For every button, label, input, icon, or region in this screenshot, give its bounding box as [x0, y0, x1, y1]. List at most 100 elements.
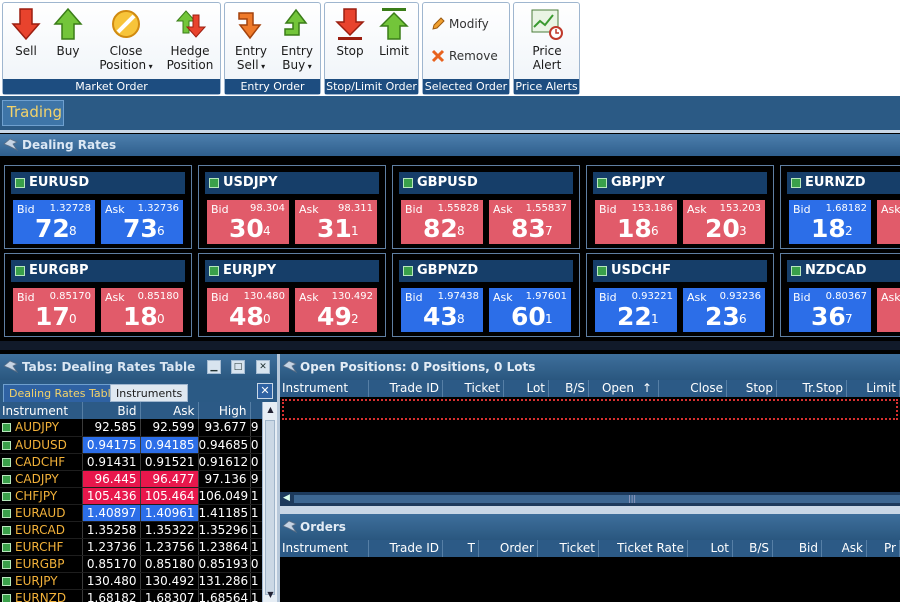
- col-bid[interactable]: Bid: [773, 540, 822, 557]
- limit-button[interactable]: Limit: [377, 7, 411, 58]
- table-row[interactable]: EURGBP 0.85170 0.85180 0.85193 0: [0, 555, 263, 573]
- instrument-icon: [2, 559, 11, 569]
- open-positions-hscroll[interactable]: ◀ |||: [280, 492, 900, 506]
- rates-table-scrollbar[interactable]: ▲ ▼: [262, 402, 277, 602]
- col-order[interactable]: Order: [479, 540, 538, 557]
- ask-quote-button[interactable]: Ask 130.492 49 2: [295, 288, 377, 332]
- table-row[interactable]: EURJPY 130.480 130.492 131.286 1: [0, 572, 263, 590]
- col-pr[interactable]: Pr: [867, 540, 900, 557]
- col-close[interactable]: Close: [659, 380, 727, 397]
- scroll-grip-icon[interactable]: |||: [628, 494, 638, 504]
- col-t[interactable]: T: [443, 540, 479, 557]
- scroll-down-icon[interactable]: ▼: [263, 587, 278, 602]
- sell-button[interactable]: Sell: [9, 7, 43, 58]
- col-stop[interactable]: Stop: [727, 380, 777, 397]
- rate-card[interactable]: EURUSD Bid 1.32728 72 8 Ask 1.32736 73 6: [4, 165, 192, 249]
- bid-quote-button[interactable]: Bid 0.93221 22 1: [595, 288, 677, 332]
- table-row[interactable]: CADJPY 96.445 96.477 97.136 9: [0, 470, 263, 488]
- bid-quote-button[interactable]: Bid 1.68182 18 2: [789, 200, 871, 244]
- table-row[interactable]: EURCAD 1.35258 1.35322 1.35296 1: [0, 521, 263, 539]
- rate-card[interactable]: EURJPY Bid 130.480 48 0 Ask 130.492 49 2: [198, 253, 386, 337]
- high-cell: 1.23864: [198, 538, 251, 556]
- rate-card[interactable]: EURNZD Bid 1.68182 18 2 Ask: [780, 165, 900, 249]
- col-bs[interactable]: B/S: [733, 540, 773, 557]
- tab-instruments[interactable]: Instruments: [110, 384, 189, 402]
- empty-selected-row[interactable]: [282, 399, 898, 420]
- bid-quote-button[interactable]: Bid 1.97438 43 8: [401, 288, 483, 332]
- ask-label: Ask: [493, 291, 513, 304]
- close-position-button[interactable]: Close Position: [99, 7, 153, 74]
- col-bs[interactable]: B/S: [549, 380, 589, 397]
- rate-card[interactable]: USDCHF Bid 0.93221 22 1 Ask 0.93236 23 6: [586, 253, 774, 337]
- buy-button[interactable]: Buy: [51, 7, 85, 58]
- bid-quote-button[interactable]: Bid 98.304 30 4: [207, 200, 289, 244]
- close-panel-button[interactable]: ✕: [256, 360, 270, 374]
- bid-quote-button[interactable]: Bid 153.186 18 6: [595, 200, 677, 244]
- ask-label: Ask: [687, 291, 707, 304]
- bid-quote-button[interactable]: Bid 130.480 48 0: [207, 288, 289, 332]
- rate-card[interactable]: GBPUSD Bid 1.55828 82 8 Ask 1.55837 83 7: [392, 165, 580, 249]
- ask-quote-button[interactable]: Ask: [877, 288, 900, 332]
- ask-quote-button[interactable]: Ask 0.93236 23 6: [683, 288, 765, 332]
- col-trade-id[interactable]: Trade ID: [369, 380, 443, 397]
- bid-quote-button[interactable]: Bid 1.55828 82 8: [401, 200, 483, 244]
- col-bid[interactable]: Bid: [82, 402, 141, 419]
- col-ticket[interactable]: Ticket: [538, 540, 599, 557]
- ask-quote-button[interactable]: Ask 1.97601 60 1: [489, 288, 571, 332]
- col-open[interactable]: Open ↑: [589, 380, 659, 397]
- col-extra[interactable]: [250, 402, 263, 419]
- col-ticket[interactable]: Ticket: [443, 380, 504, 397]
- minimize-button[interactable]: ▁: [207, 360, 221, 374]
- col-instrument[interactable]: Instrument: [0, 402, 83, 419]
- ask-quote-button[interactable]: Ask 1.55837 83 7: [489, 200, 571, 244]
- price-alert-button[interactable]: Price Alert: [522, 7, 572, 72]
- rate-card[interactable]: USDJPY Bid 98.304 30 4 Ask 98.311 31 1: [198, 165, 386, 249]
- entry-buy-button[interactable]: Entry Buy: [277, 7, 317, 74]
- col-tr-stop[interactable]: Tr.Stop: [777, 380, 847, 397]
- col-limit[interactable]: Limit: [847, 380, 900, 397]
- ask-quote-button[interactable]: Ask 0.85180 18 0: [101, 288, 183, 332]
- stop-button[interactable]: Stop: [333, 7, 367, 58]
- bid-quote-button[interactable]: Bid 0.85170 17 0: [13, 288, 95, 332]
- entry-sell-button[interactable]: Entry Sell: [231, 7, 271, 74]
- scroll-thumb[interactable]: [265, 420, 275, 595]
- close-tab-button[interactable]: ✕: [257, 383, 273, 399]
- scroll-left-icon[interactable]: ◀: [283, 493, 290, 503]
- ask-quote-button[interactable]: Ask 1.32736 73 6: [101, 200, 183, 244]
- rate-card[interactable]: NZDCAD Bid 0.80367 36 7 Ask: [780, 253, 900, 337]
- remove-button[interactable]: Remove: [431, 49, 498, 63]
- ask-quote-button[interactable]: Ask: [877, 200, 900, 244]
- col-ticket-rate[interactable]: Ticket Rate: [599, 540, 688, 557]
- table-row[interactable]: EURAUD 1.40897 1.40961 1.41185 1: [0, 504, 263, 522]
- bid-quote-button[interactable]: Bid 0.80367 36 7: [789, 288, 871, 332]
- hedge-position-button[interactable]: Hedge Position: [163, 7, 217, 72]
- orders-grid: Instrument Trade ID T Order Ticket Ticke…: [280, 540, 900, 602]
- col-lot[interactable]: Lot: [688, 540, 733, 557]
- table-row[interactable]: EURCHF 1.23736 1.23756 1.23864 1: [0, 538, 263, 556]
- scroll-up-icon[interactable]: ▲: [263, 402, 278, 417]
- ask-quote-button[interactable]: Ask 153.203 20 3: [683, 200, 765, 244]
- col-trade-id[interactable]: Trade ID: [369, 540, 443, 557]
- instrument-icon: [2, 508, 11, 518]
- col-ask[interactable]: Ask: [140, 402, 199, 419]
- tab-dealing-rates-table[interactable]: Dealing Rates Table: [3, 384, 124, 402]
- tab-trading[interactable]: Trading: [2, 100, 64, 126]
- bid-quote-button[interactable]: Bid 1.32728 72 8: [13, 200, 95, 244]
- ask-quote-button[interactable]: Ask 98.311 31 1: [295, 200, 377, 244]
- rate-card[interactable]: GBPJPY Bid 153.186 18 6 Ask 153.203 20 3: [586, 165, 774, 249]
- table-row[interactable]: EURNZD 1.68182 1.68307 1.68564 1: [0, 589, 263, 602]
- scroll-track[interactable]: [294, 495, 900, 503]
- modify-button[interactable]: Modify: [431, 17, 489, 31]
- col-lot[interactable]: Lot: [504, 380, 549, 397]
- col-instrument[interactable]: Instrument: [280, 540, 369, 557]
- rate-card[interactable]: EURGBP Bid 0.85170 17 0 Ask 0.85180 18 0: [4, 253, 192, 337]
- col-ask[interactable]: Ask: [822, 540, 867, 557]
- table-row[interactable]: CADCHF 0.91431 0.91521 0.91612 0: [0, 453, 263, 471]
- table-row[interactable]: AUDUSD 0.94175 0.94185 0.94685 0: [0, 436, 263, 454]
- table-row[interactable]: AUDJPY 92.585 92.599 93.677 9: [0, 419, 263, 437]
- table-row[interactable]: CHFJPY 105.436 105.464 106.049 1: [0, 487, 263, 505]
- rate-card[interactable]: GBPNZD Bid 1.97438 43 8 Ask 1.97601 60 1: [392, 253, 580, 337]
- maximize-button[interactable]: □: [231, 360, 245, 374]
- col-instrument[interactable]: Instrument: [280, 380, 369, 397]
- col-high[interactable]: High: [198, 402, 251, 419]
